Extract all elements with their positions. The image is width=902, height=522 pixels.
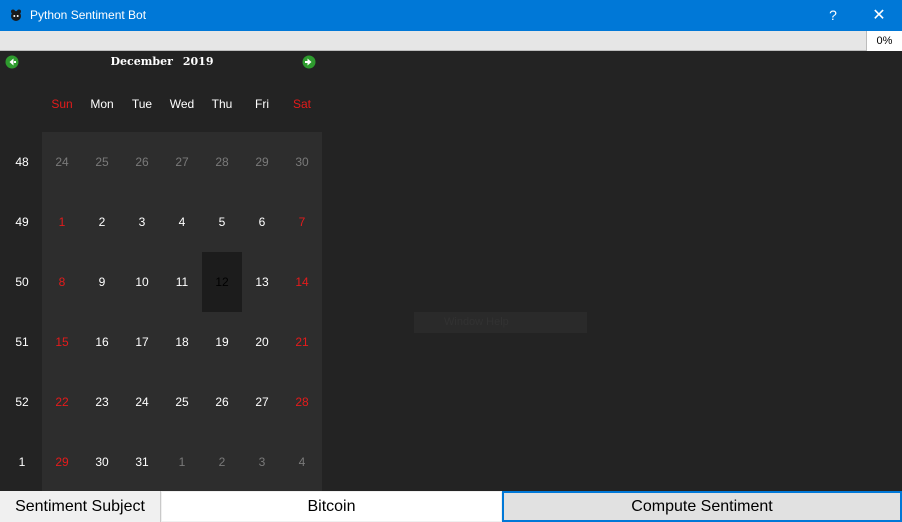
calendar-day[interactable]: 26 — [122, 132, 162, 192]
calendar-day[interactable]: 30 — [282, 132, 322, 192]
calendar-day[interactable]: 4 — [282, 432, 322, 492]
weekday-header: Tue — [131, 97, 153, 111]
calendar-day[interactable]: 3 — [122, 192, 162, 252]
calendar-day[interactable]: 7 — [282, 192, 322, 252]
weekday-header: Mon — [90, 97, 114, 111]
help-button[interactable]: ? — [810, 0, 856, 31]
app-icon — [11, 9, 21, 21]
calendar-day[interactable]: 11 — [162, 252, 202, 312]
calendar-day[interactable]: 19 — [202, 312, 242, 372]
calendar-day[interactable]: 29 — [42, 432, 82, 492]
right-arrow-icon[interactable] — [302, 55, 316, 69]
calendar-day[interactable]: 8 — [42, 252, 82, 312]
week-number: 49 — [15, 215, 29, 229]
calendar-day[interactable]: 29 — [242, 132, 282, 192]
year-label[interactable]: 2019 — [183, 55, 214, 68]
close-button[interactable]: ✕ — [856, 0, 902, 31]
progress-bar: 0% — [0, 31, 902, 51]
calendar-day[interactable]: 26 — [202, 372, 242, 432]
calendar-day[interactable]: 23 — [82, 372, 122, 432]
calendar-day[interactable]: 1 — [42, 192, 82, 252]
calendar-day[interactable]: 30 — [82, 432, 122, 492]
calendar-day[interactable]: 10 — [122, 252, 162, 312]
calendar-day[interactable]: 14 — [282, 252, 322, 312]
calendar-day[interactable]: 9 — [82, 252, 122, 312]
subject-label: Sentiment Subject — [0, 491, 161, 522]
background-tooltip-text: Window Help — [444, 316, 509, 328]
calendar-day[interactable]: 28 — [282, 372, 322, 432]
weekday-header: Sun — [51, 97, 73, 111]
weekday-header: Wed — [169, 97, 195, 111]
weekday-header: Thu — [211, 97, 233, 111]
calendar-day[interactable]: 27 — [242, 372, 282, 432]
calendar-day[interactable]: 2 — [82, 192, 122, 252]
calendar-day[interactable]: 27 — [162, 132, 202, 192]
week-number: 51 — [15, 335, 29, 349]
calendar-day[interactable]: 2 — [202, 432, 242, 492]
calendar-day[interactable]: 25 — [162, 372, 202, 432]
progress-label: 0% — [866, 31, 902, 51]
calendar-day[interactable]: 5 — [202, 192, 242, 252]
calendar-day[interactable]: 22 — [42, 372, 82, 432]
compute-sentiment-button[interactable]: Compute Sentiment — [502, 491, 902, 522]
calendar-day[interactable]: 31 — [122, 432, 162, 492]
month-label[interactable]: December — [111, 55, 173, 68]
calendar-day[interactable]: 6 — [242, 192, 282, 252]
calendar-day[interactable]: 15 — [42, 312, 82, 372]
title-bar: Python Sentiment Bot ? ✕ — [0, 0, 902, 31]
calendar-day-selected[interactable]: 12 — [202, 252, 242, 312]
window-title: Python Sentiment Bot — [30, 8, 147, 22]
calendar-day[interactable]: 20 — [242, 312, 282, 372]
week-number: 1 — [18, 455, 26, 469]
calendar-day[interactable]: 24 — [42, 132, 82, 192]
weekday-header: Sat — [292, 97, 311, 111]
week-number: 48 — [15, 155, 29, 169]
calendar: December 2019 Sun Mon Tue Wed Thu Fri Sat 48 24 2… — [2, 51, 322, 492]
calendar-day[interactable]: 1 — [162, 432, 202, 492]
calendar-day[interactable]: 18 — [162, 312, 202, 372]
week-number: 52 — [15, 395, 29, 409]
background-tooltip: Window Help — [414, 312, 587, 333]
bottom-bar: Sentiment Subject Compute Sentiment — [0, 491, 902, 522]
calendar-day[interactable]: 4 — [162, 192, 202, 252]
weekday-header: Fri — [255, 97, 269, 111]
subject-input[interactable] — [162, 492, 501, 521]
calendar-day[interactable]: 28 — [202, 132, 242, 192]
week-number: 50 — [15, 275, 29, 289]
calendar-day[interactable]: 16 — [82, 312, 122, 372]
calendar-day[interactable]: 13 — [242, 252, 282, 312]
calendar-day[interactable]: 25 — [82, 132, 122, 192]
month-year-header: December 2019 — [2, 55, 322, 68]
calendar-day[interactable]: 21 — [282, 312, 322, 372]
calendar-day[interactable]: 24 — [122, 372, 162, 432]
calendar-day[interactable]: 3 — [242, 432, 282, 492]
calendar-day[interactable]: 17 — [122, 312, 162, 372]
